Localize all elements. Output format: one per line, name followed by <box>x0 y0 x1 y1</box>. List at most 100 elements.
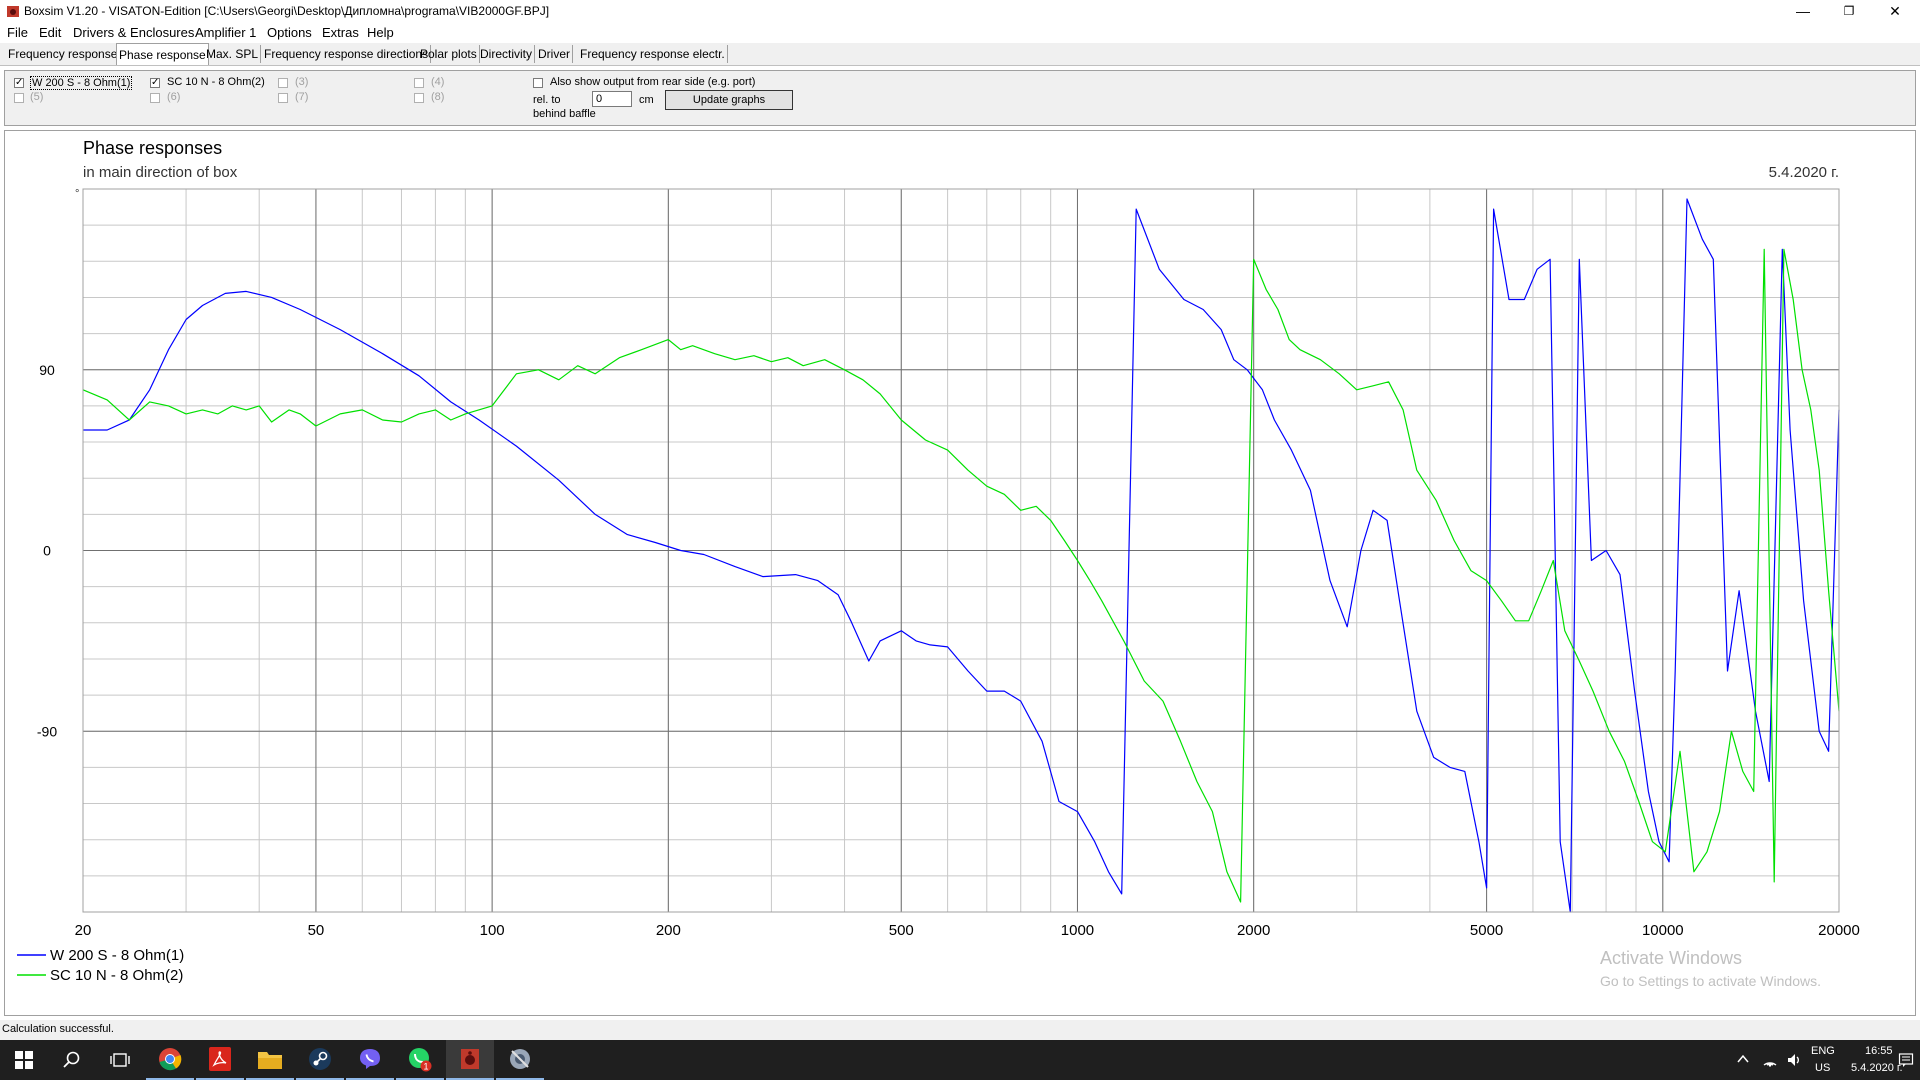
tab-directivity[interactable]: Directivity <box>478 45 536 63</box>
task-view-button[interactable] <box>96 1040 144 1080</box>
tab-frequency-response-directions[interactable]: Frequency response directions <box>262 45 432 63</box>
search-icon <box>63 1051 80 1068</box>
tab-frequency-response[interactable]: Frequency response. <box>6 45 124 63</box>
legend-label: W 200 S - 8 Ohm(1) <box>50 947 184 964</box>
unit-label: cm <box>639 94 654 106</box>
menu-extras[interactable]: Extras <box>322 25 359 40</box>
x-tick-label: 500 <box>889 922 914 939</box>
driver-3-label: (3) <box>295 76 309 88</box>
window-title: Boxsim V1.20 - VISATON-Edition [C:\Users… <box>24 4 550 18</box>
x-tick-label: 20 <box>75 922 92 939</box>
tab-frequency-response-electr[interactable]: Frequency response electr. <box>578 45 728 63</box>
y-tick-labels: 90 0 -90 <box>37 362 57 740</box>
taskbar: 1 ENG US 16:55 5.4.2020 г. <box>0 1040 1920 1080</box>
volume-icon[interactable] <box>1786 1052 1802 1068</box>
distance-input[interactable]: 0 <box>592 91 632 107</box>
whatsapp-badge-count: 1 <box>423 1062 428 1072</box>
driver-3-checkbox[interactable] <box>278 78 288 88</box>
acrobat-taskbar-button[interactable] <box>196 1040 244 1080</box>
audio-tool-taskbar-button[interactable] <box>496 1040 544 1080</box>
chart-date: 5.4.2020 г. <box>1769 164 1839 181</box>
menu-options[interactable]: Options <box>267 25 312 40</box>
tray-chevron-up-icon[interactable] <box>1737 1054 1749 1064</box>
y-tick-label: 0 <box>43 543 51 559</box>
boxsim-taskbar-button[interactable] <box>446 1040 494 1080</box>
series-layer <box>82 198 1840 913</box>
whatsapp-icon: 1 <box>409 1048 432 1072</box>
boxsim-icon <box>461 1049 479 1069</box>
series-line-1 <box>83 198 1840 913</box>
pdf-reader-icon <box>209 1047 231 1071</box>
tray-date[interactable]: 5.4.2020 г. <box>1851 1062 1903 1074</box>
activate-windows-subtitle: Go to Settings to activate Windows. <box>1600 973 1821 989</box>
rear-output-checkbox[interactable] <box>533 78 543 88</box>
tray-time[interactable]: 16:55 <box>1865 1045 1893 1057</box>
menu-bar: File Edit Drivers & Enclosures Amplifier… <box>0 22 1920 42</box>
tab-phase-response[interactable]: Phase response <box>116 43 209 65</box>
tab-polar-plots[interactable]: Polar plots <box>418 45 480 63</box>
y-tick-label: 90 <box>39 362 55 378</box>
x-tick-label: 20000 <box>1818 922 1860 939</box>
status-bar: Calculation successful. <box>0 1020 1920 1040</box>
graph-panel: Phase responses in main direction of box… <box>4 130 1916 1016</box>
driver-1-label: W 200 S - 8 Ohm(1) <box>30 76 133 90</box>
driver-4-label: (4) <box>431 76 445 88</box>
boxsim-app-icon <box>7 6 19 17</box>
steam-taskbar-button[interactable] <box>296 1040 344 1080</box>
menu-edit[interactable]: Edit <box>39 25 61 40</box>
tray-language[interactable]: ENG <box>1811 1045 1835 1057</box>
driver-2-checkbox[interactable]: ✓ <box>150 78 160 88</box>
tab-max-spl[interactable]: Max. SPL <box>204 45 262 63</box>
menu-drivers-enclosures[interactable]: Drivers & Enclosures <box>73 25 194 40</box>
maximize-button[interactable]: ❐ <box>1826 0 1872 22</box>
x-tick-label: 10000 <box>1642 922 1684 939</box>
driver-6-checkbox[interactable] <box>150 93 160 103</box>
rear-output-label: Also show output from rear side (e.g. po… <box>550 76 756 88</box>
chart-title: Phase responses <box>83 138 222 158</box>
driver-7-label: (7) <box>295 91 309 103</box>
menu-file[interactable]: File <box>7 25 28 40</box>
driver-6-label: (6) <box>167 91 181 103</box>
update-graphs-button[interactable]: Update graphs <box>665 90 793 110</box>
menu-help[interactable]: Help <box>367 25 394 40</box>
driver-8-label: (8) <box>431 91 445 103</box>
driver-selection-panel: ✓ W 200 S - 8 Ohm(1) ✓ SC 10 N - 8 Ohm(2… <box>4 70 1916 126</box>
menu-amplifier[interactable]: Amplifier 1 <box>195 25 256 40</box>
y-unit-label: ° <box>75 188 79 200</box>
driver-1-checkbox[interactable]: ✓ <box>14 78 24 88</box>
close-button[interactable]: ✕ <box>1872 0 1918 22</box>
driver-2-label: SC 10 N - 8 Ohm(2) <box>167 76 265 88</box>
explorer-taskbar-button[interactable] <box>246 1040 294 1080</box>
speaker-tool-icon <box>510 1049 530 1069</box>
chrome-taskbar-button[interactable] <box>146 1040 194 1080</box>
phase-response-chart: Phase responses in main direction of box… <box>17 138 1860 989</box>
tab-driver[interactable]: Driver <box>536 45 573 63</box>
viber-icon <box>360 1049 380 1069</box>
search-button[interactable] <box>48 1040 96 1080</box>
chrome-icon <box>159 1048 182 1071</box>
minimize-button[interactable]: — <box>1780 0 1826 22</box>
x-tick-label: 2000 <box>1237 922 1270 939</box>
driver-5-checkbox[interactable] <box>14 93 24 103</box>
wifi-icon[interactable] <box>1762 1052 1778 1068</box>
driver-8-checkbox[interactable] <box>414 93 424 103</box>
tray-keyboard-layout[interactable]: US <box>1815 1062 1830 1074</box>
chart-subtitle: in main direction of box <box>83 164 238 181</box>
start-button[interactable] <box>0 1040 48 1080</box>
driver-5-label: (5) <box>30 91 44 103</box>
x-tick-label: 5000 <box>1470 922 1503 939</box>
driver-7-checkbox[interactable] <box>278 93 288 103</box>
series-line-2 <box>82 248 1840 903</box>
title-bar: Boxsim V1.20 - VISATON-Edition [C:\Users… <box>0 0 1920 22</box>
viber-taskbar-button[interactable] <box>346 1040 394 1080</box>
driver-4-checkbox[interactable] <box>414 78 424 88</box>
notification-center-icon[interactable] <box>1898 1052 1914 1068</box>
legend: W 200 S - 8 Ohm(1) SC 10 N - 8 Ohm(2) <box>17 947 184 984</box>
y-tick-label: -90 <box>37 723 57 739</box>
windows-logo-icon <box>15 1051 33 1069</box>
rel-to-label: rel. to <box>533 94 561 106</box>
x-tick-label: 200 <box>656 922 681 939</box>
x-tick-label: 1000 <box>1061 922 1094 939</box>
x-tick-labels: 20 50 100 200 500 1000 2000 5000 10000 20000 <box>75 922 1860 939</box>
whatsapp-taskbar-button[interactable]: 1 <box>396 1040 444 1080</box>
